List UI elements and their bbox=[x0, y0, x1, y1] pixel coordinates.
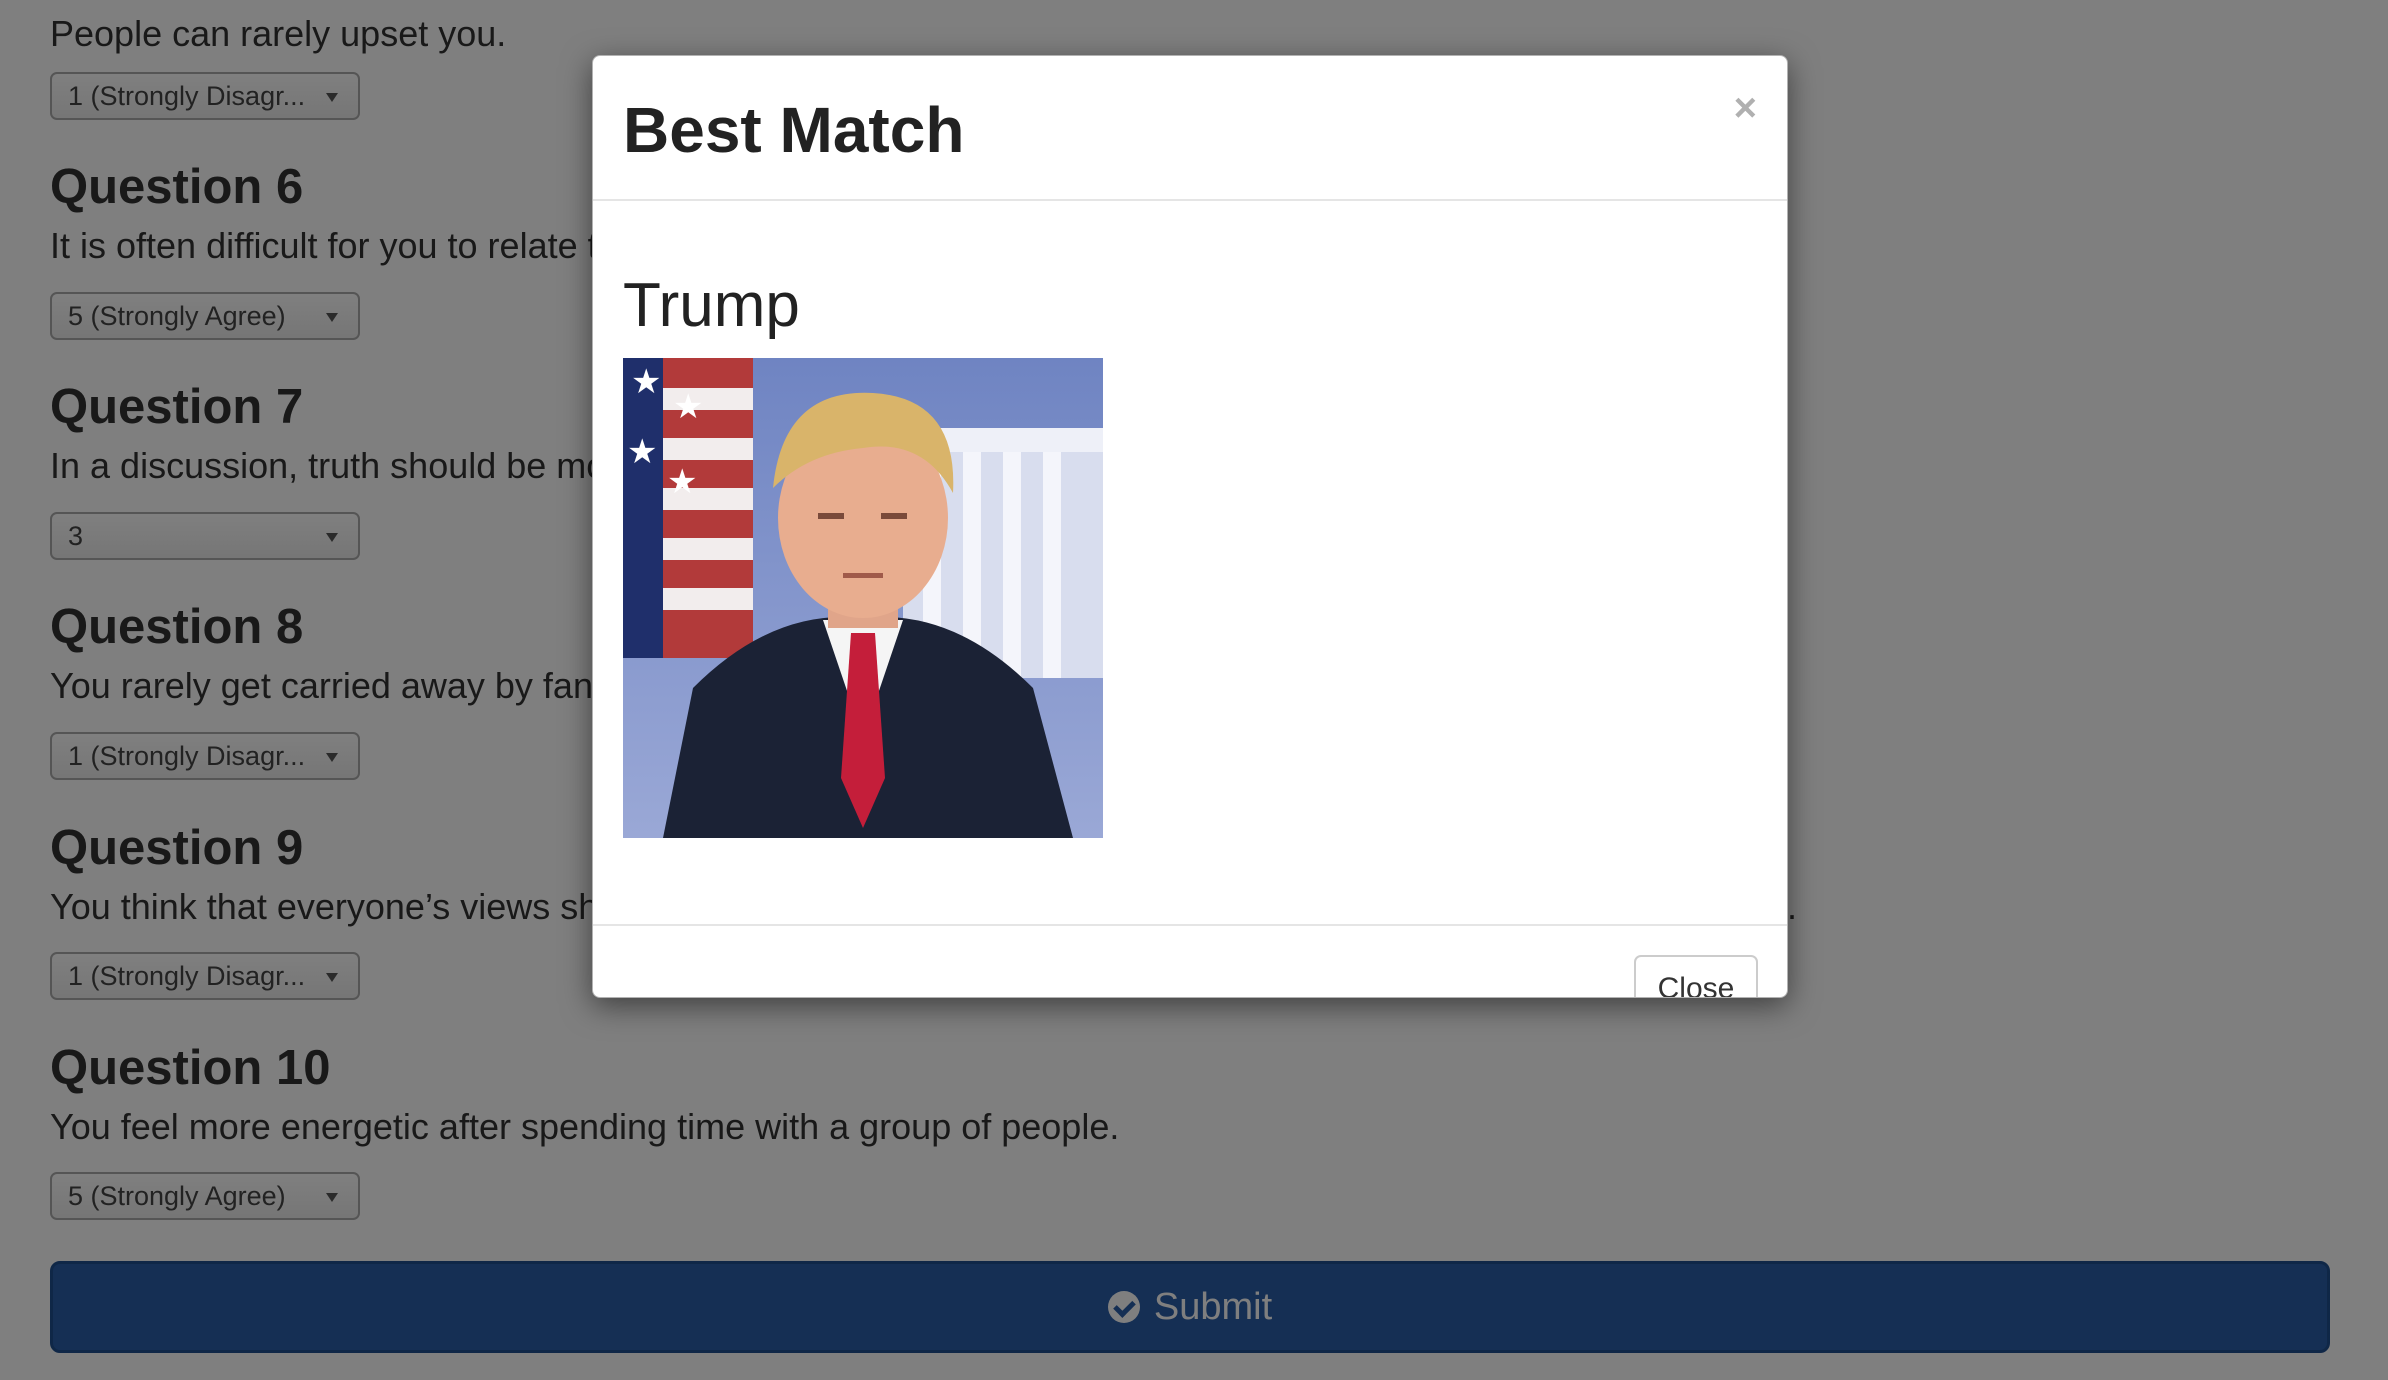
modal-body: Trump ★ ★ ★ ★ bbox=[593, 201, 1787, 924]
page: People can rarely upset you. 1 (Strongly… bbox=[0, 0, 2388, 1380]
modal-footer: Close bbox=[593, 924, 1787, 997]
modal-header: Best Match × bbox=[593, 56, 1787, 201]
close-icon[interactable]: × bbox=[1734, 86, 1757, 130]
svg-text:★: ★ bbox=[673, 387, 703, 427]
best-match-modal: Best Match × Trump ★ ★ ★ ★ Close bbox=[592, 55, 1788, 998]
close-button[interactable]: Close bbox=[1634, 955, 1758, 997]
svg-text:★: ★ bbox=[627, 432, 657, 472]
match-name: Trump bbox=[623, 271, 800, 340]
modal-title: Best Match bbox=[623, 94, 965, 166]
match-portrait-image: ★ ★ ★ ★ bbox=[623, 358, 1103, 838]
svg-text:★: ★ bbox=[631, 362, 661, 402]
svg-text:★: ★ bbox=[667, 462, 697, 502]
